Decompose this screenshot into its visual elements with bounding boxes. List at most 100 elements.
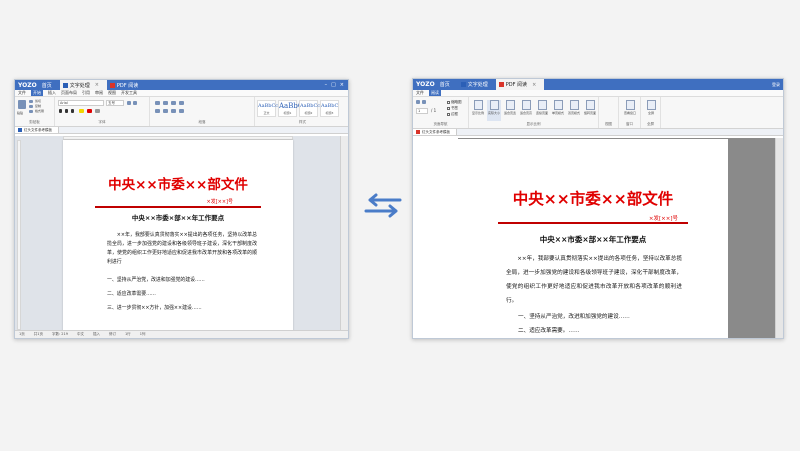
- app-logo: YOZO: [416, 81, 435, 88]
- window-close-icon[interactable]: ×: [340, 82, 344, 88]
- char-shading-icon[interactable]: [95, 109, 100, 113]
- doc-tab-label: 文字处理: [467, 82, 488, 88]
- bookmark-checkbox[interactable]: 书签: [447, 106, 458, 111]
- left-panel: [413, 138, 458, 338]
- page-number-input[interactable]: 1: [416, 108, 428, 114]
- pdf-icon: [109, 82, 115, 88]
- doc-item-1: 一、坚持从严治党，改进和加强党的建设……: [107, 277, 205, 283]
- bullets-icon[interactable]: [155, 101, 160, 105]
- prev-page-icon[interactable]: [422, 100, 426, 104]
- tab-pdf-reader[interactable]: PDF 阅读 ×: [495, 79, 545, 90]
- fullscreen-button[interactable]: 全屏: [644, 100, 658, 121]
- vertical-scrollbar[interactable]: [340, 136, 348, 330]
- view-group: 视图: [599, 97, 619, 128]
- menu-insert[interactable]: 插入: [48, 90, 56, 96]
- highlight-icon[interactable]: [79, 109, 84, 113]
- underline-icon[interactable]: [71, 109, 74, 113]
- document-tab-bar: 红头文件参考模板: [413, 129, 783, 136]
- doc-red-title: 中央××市委××部文件: [108, 177, 248, 193]
- style-heading-1[interactable]: AaBbC 标题1: [278, 100, 303, 117]
- border-checkbox[interactable]: 边框: [447, 112, 458, 117]
- home-tab-label: 首页: [439, 82, 450, 88]
- fit-width-button[interactable]: 适合页宽: [503, 100, 517, 121]
- thumbnail-checkbox[interactable]: 缩略图: [447, 100, 462, 105]
- menu-developer[interactable]: 开发工具: [121, 90, 137, 96]
- single-page-icon: [553, 100, 563, 110]
- double-page-button[interactable]: 双页模式: [567, 100, 581, 121]
- menu-start[interactable]: 开始: [31, 90, 43, 96]
- actual-size-button[interactable]: 实际大小: [487, 100, 501, 121]
- minimize-icon[interactable]: –: [325, 82, 328, 88]
- document-tab[interactable]: 红头文件参考模板: [413, 129, 457, 135]
- word-doc-icon: [18, 128, 22, 132]
- rotate-button[interactable]: 旋转页面: [583, 100, 597, 121]
- justify-icon[interactable]: [179, 109, 184, 113]
- close-icon[interactable]: ×: [95, 82, 99, 88]
- align-center-icon[interactable]: [163, 109, 168, 113]
- single-page-button[interactable]: 单页模式: [551, 100, 565, 121]
- tab-word-processing[interactable]: 文字处理: [458, 79, 496, 90]
- first-page-icon[interactable]: [416, 100, 420, 104]
- fit-height-icon: [521, 100, 531, 110]
- document-tab-bar: 红头文件参考模板: [15, 127, 348, 134]
- ribbon: 1 / 1 缩略图 书签 边框 页面导航 显示比例 实际大小 适合页宽 适合页高…: [413, 97, 783, 129]
- window-icon: [625, 100, 635, 110]
- vertical-ruler: [17, 140, 21, 330]
- italic-icon[interactable]: [65, 109, 68, 113]
- tab-pdf-reader[interactable]: PDF 阅读: [107, 80, 146, 90]
- vertical-scrollbar[interactable]: [775, 138, 783, 338]
- pdf-tab-label: PDF 阅读: [116, 82, 139, 89]
- align-left-icon[interactable]: [155, 109, 160, 113]
- fit-height-button[interactable]: 适合页高: [519, 100, 533, 121]
- status-wordcount: 字数: 219: [51, 332, 68, 336]
- document-page[interactable]: 中央××市委××部文件 ×发[××]号 中央××市委×部××年工作要点 ××年，…: [63, 140, 293, 338]
- font-color-icon[interactable]: [87, 109, 92, 113]
- numbering-icon[interactable]: [163, 101, 168, 105]
- menu-view[interactable]: 视图: [108, 90, 116, 96]
- indent-icon[interactable]: [171, 101, 176, 105]
- font-name-select[interactable]: Arial: [58, 100, 104, 106]
- pdf-page[interactable]: 中央××市委××部文件 ×发[××]号 中央××市委×部××年工作要点 ××年，…: [458, 139, 728, 338]
- grow-font-icon[interactable]: [127, 101, 131, 105]
- maximize-icon[interactable]: □: [331, 82, 336, 88]
- style-heading-2[interactable]: AaBbCcDd 标题2: [299, 100, 327, 117]
- document-tab-label: 红头文件参考模板: [422, 129, 450, 134]
- doc-number: ×发[××]号: [648, 216, 678, 222]
- menu-page-layout[interactable]: 页面布局: [61, 90, 77, 96]
- style-normal[interactable]: AaBbCcDd 正文: [257, 100, 285, 117]
- shrink-font-icon[interactable]: [133, 101, 137, 105]
- menu-file[interactable]: 文件: [18, 90, 26, 96]
- menu-file[interactable]: 文件: [416, 90, 424, 96]
- view-window-button[interactable]: 查看窗口: [623, 100, 637, 121]
- fullscreen-group: 全屏 全屏: [641, 97, 661, 128]
- align-right-icon[interactable]: [171, 109, 176, 113]
- tab-word-processing[interactable]: 文字处理 ×: [59, 80, 107, 90]
- sort-icon[interactable]: [179, 101, 184, 105]
- editing-area: 中央××市委××部文件 ×发[××]号 中央××市委×部××年工作要点 ××年，…: [15, 136, 348, 338]
- continuous-button[interactable]: 连续页面: [535, 100, 549, 121]
- status-column: 1列: [139, 332, 146, 336]
- menu-reference[interactable]: 引用: [82, 90, 90, 96]
- document-tab[interactable]: 红头文件参考模板: [15, 127, 59, 133]
- bold-icon[interactable]: [59, 109, 62, 113]
- menu-read[interactable]: 阅读: [429, 90, 441, 96]
- font-size-select[interactable]: 五号: [106, 100, 124, 106]
- word-doc-icon: [460, 82, 466, 87]
- account-link[interactable]: 登录: [772, 82, 783, 88]
- format-painter-icon[interactable]: [29, 110, 33, 113]
- cut-icon[interactable]: [29, 100, 33, 103]
- window-group: 查看窗口 窗口: [619, 97, 641, 128]
- zoom-button[interactable]: 显示比例: [471, 100, 485, 121]
- menu-review[interactable]: 审阅: [95, 90, 103, 96]
- status-language: 中文: [76, 332, 84, 336]
- clipboard-group: 剪切 复制 粘贴 格式刷 剪贴板: [15, 97, 55, 126]
- close-icon[interactable]: ×: [532, 82, 536, 88]
- tab-home[interactable]: 首页: [39, 80, 60, 90]
- paste-icon[interactable]: [18, 100, 26, 109]
- app-logo: YOZO: [18, 81, 37, 89]
- copy-icon[interactable]: [29, 105, 33, 108]
- tab-home[interactable]: 首页: [437, 79, 458, 90]
- font-group-label: 字体: [98, 120, 106, 124]
- style-heading-3[interactable]: AaBbC 标题3: [320, 100, 339, 117]
- zoom-group: 显示比例 实际大小 适合页宽 适合页高 连续页面 单页模式 双页模式 旋转页面 …: [469, 97, 599, 128]
